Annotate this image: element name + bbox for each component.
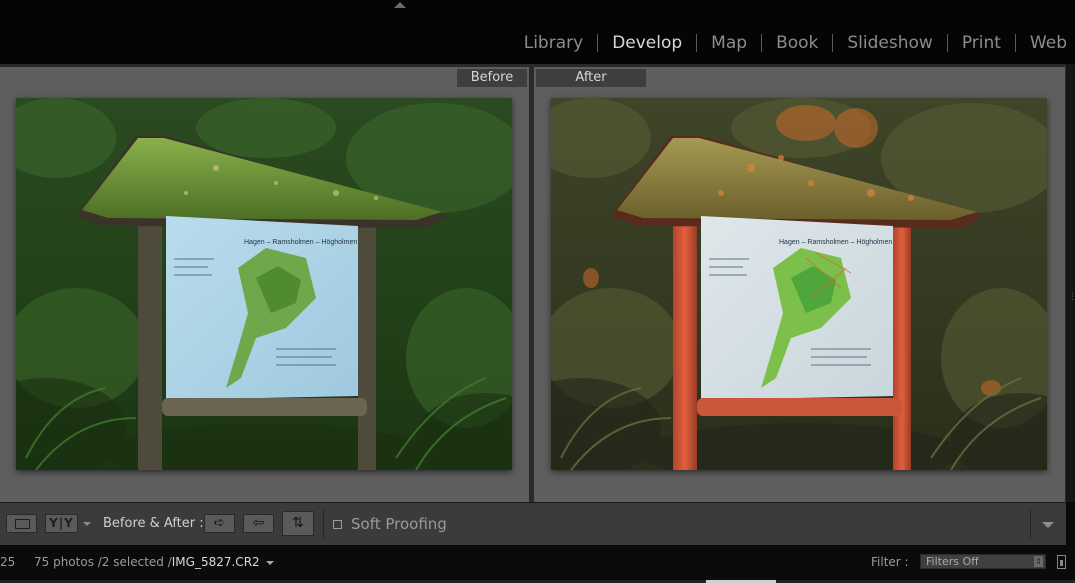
toolbar-divider <box>323 510 324 538</box>
before-label: Before <box>457 69 527 87</box>
develop-toolbar: Y|Y Before & After : ➪ ⇦ ⇅ Soft Proofing <box>0 502 1066 545</box>
soft-proofing-checkbox[interactable] <box>333 520 342 529</box>
soft-proofing-label[interactable]: Soft Proofing <box>351 515 447 534</box>
copy-after-to-before-button[interactable]: ⇦ <box>243 514 274 533</box>
photo-count-info[interactable]: 75 photos /2 selected /IMG_5827.CR2 <box>34 555 274 569</box>
module-print[interactable]: Print <box>948 32 1015 54</box>
toolbar-divider <box>1030 510 1031 538</box>
module-map[interactable]: Map <box>697 32 761 54</box>
before-after-compare-view: Before Hagen – Ramsholmen – Högholmen Af… <box>0 64 1075 502</box>
selection-count: 75 photos /2 selected / <box>34 555 172 569</box>
after-sign-title: Hagen – Ramsholmen – Högholmen <box>779 239 892 246</box>
copy-after-to-before-icon: ⇦ <box>252 515 265 531</box>
module-list: Library Develop Map Book Slideshow Print… <box>510 32 1067 54</box>
collapse-top-panel-icon[interactable] <box>394 2 406 8</box>
loupe-view-button[interactable] <box>6 514 37 533</box>
swap-before-after-button[interactable]: ⇅ <box>282 511 314 536</box>
filter-label: Filter : <box>871 555 909 569</box>
module-library[interactable]: Library <box>510 32 597 54</box>
filter-lock-icon[interactable] <box>1057 555 1066 569</box>
module-picker-bar: Library Develop Map Book Slideshow Print… <box>0 0 1075 64</box>
module-slideshow[interactable]: Slideshow <box>833 32 946 54</box>
before-sign-title: Hagen – Ramsholmen – Högholmen <box>244 239 357 246</box>
filmstrip-header: 25 75 photos /2 selected /IMG_5827.CR2 F… <box>0 545 1075 583</box>
filter-select[interactable]: Filters Off ⇕ <box>920 554 1046 569</box>
right-panel-collapsed[interactable]: ⋮ <box>1066 64 1075 502</box>
page-number: 25 <box>0 555 16 569</box>
filter-value: Filters Off <box>926 555 979 568</box>
view-mode-dropdown-icon[interactable] <box>83 522 91 526</box>
toolbar-content-menu-icon[interactable] <box>1042 522 1054 528</box>
filename-dropdown-icon[interactable] <box>265 560 274 565</box>
after-pane: After Hagen – Ramsholmen – Högholmen <box>534 67 1065 502</box>
module-develop[interactable]: Develop <box>598 32 696 54</box>
after-label: After <box>536 69 646 87</box>
current-filename: IMG_5827.CR2 <box>171 555 260 569</box>
swap-before-after-icon: ⇅ <box>292 515 304 531</box>
loupe-view-icon <box>15 519 30 529</box>
module-book[interactable]: Book <box>762 32 832 54</box>
copy-before-to-after-icon: ➪ <box>213 515 226 531</box>
expand-right-panel-icon[interactable]: ⋮ <box>1068 290 1075 304</box>
copy-before-to-after-button[interactable]: ➪ <box>204 514 235 533</box>
module-web[interactable]: Web <box>1016 32 1067 54</box>
before-after-label: Before & After : <box>103 516 204 531</box>
filter-stepper-icon[interactable]: ⇕ <box>1034 556 1043 567</box>
before-photo[interactable]: Hagen – Ramsholmen – Högholmen <box>16 98 512 470</box>
before-pane: Before Hagen – Ramsholmen – Högholmen <box>0 67 529 502</box>
before-after-view-button[interactable]: Y|Y <box>45 514 78 533</box>
after-photo[interactable]: Hagen – Ramsholmen – Högholmen <box>551 98 1047 470</box>
